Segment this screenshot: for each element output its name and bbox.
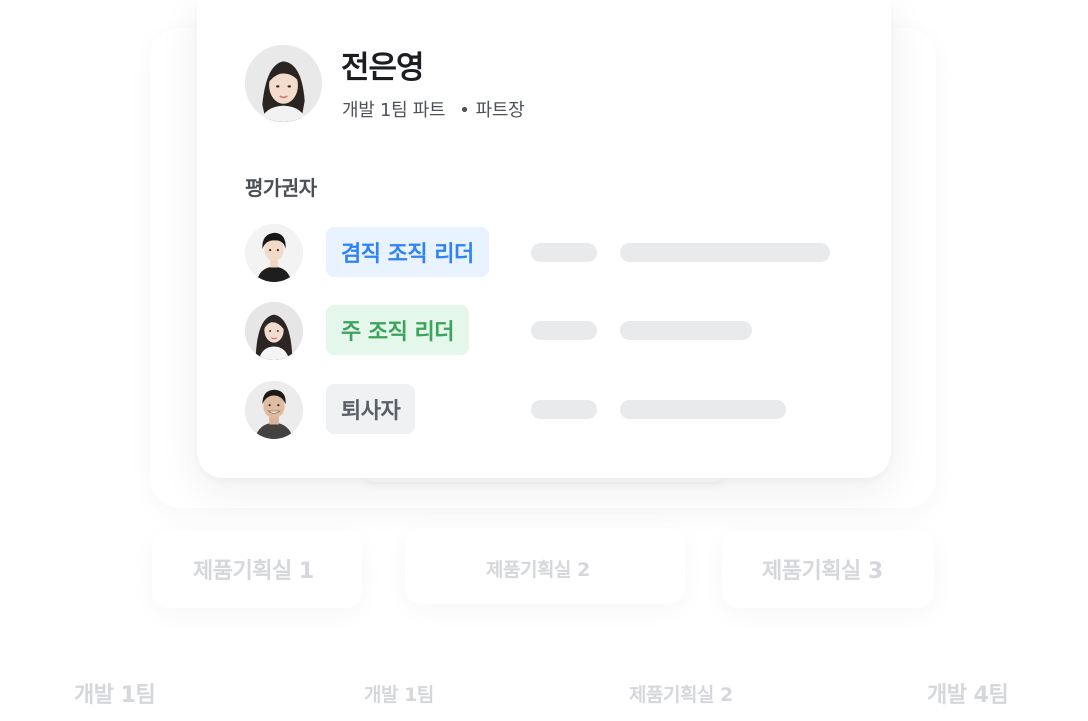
org-label-product-planning-3: 제품기획실 3	[762, 559, 883, 584]
org-label-dev-team-1a: 개발 1팀	[74, 683, 156, 708]
badge-concurrent-leader: 겸직 조직 리더	[326, 227, 489, 277]
profile-avatar	[245, 45, 322, 122]
profile-role: 파트장	[475, 100, 525, 121]
profile-team: 개발 1팀 파트	[342, 100, 446, 121]
profile-name: 전은영	[341, 50, 425, 86]
evaluator-avatar	[245, 224, 303, 282]
skeleton-long	[620, 243, 830, 262]
evaluator-avatar	[245, 381, 303, 439]
skeleton-long	[620, 400, 786, 419]
evaluators-title: 평가권자	[245, 176, 317, 200]
profile-photo	[245, 45, 322, 122]
org-label-product-planning-2b: 제품기획실 2	[629, 684, 733, 706]
evaluator-photo	[245, 224, 303, 282]
evaluator-row: 주 조직 리더	[245, 302, 845, 360]
evaluator-row: 퇴사자	[245, 381, 845, 439]
skeleton-short	[531, 321, 597, 340]
profile-evaluator-card: 전은영 개발 1팀 파트 • 파트장 평가권자 겸직 조직 리더 주 조직 리더…	[197, 0, 891, 478]
separator-dot: •	[459, 100, 470, 121]
badge-former-employee: 퇴사자	[326, 384, 416, 434]
org-label-product-planning-1: 제품기획실 1	[193, 559, 314, 584]
evaluator-photo	[245, 381, 303, 439]
org-label-product-planning-2: 제품기획실 2	[486, 559, 590, 581]
badge-main-leader: 주 조직 리더	[326, 305, 470, 355]
skeleton-short	[531, 400, 597, 419]
evaluator-row: 겸직 조직 리더	[245, 224, 845, 282]
skeleton-short	[531, 243, 597, 262]
org-label-dev-team-1b: 개발 1팀	[364, 684, 434, 706]
skeleton-medium	[620, 321, 752, 340]
org-label-dev-team-4: 개발 4팀	[927, 683, 1009, 708]
profile-subline: 개발 1팀 파트 • 파트장	[342, 96, 525, 122]
evaluator-avatar	[245, 302, 303, 360]
evaluator-photo	[245, 302, 303, 360]
